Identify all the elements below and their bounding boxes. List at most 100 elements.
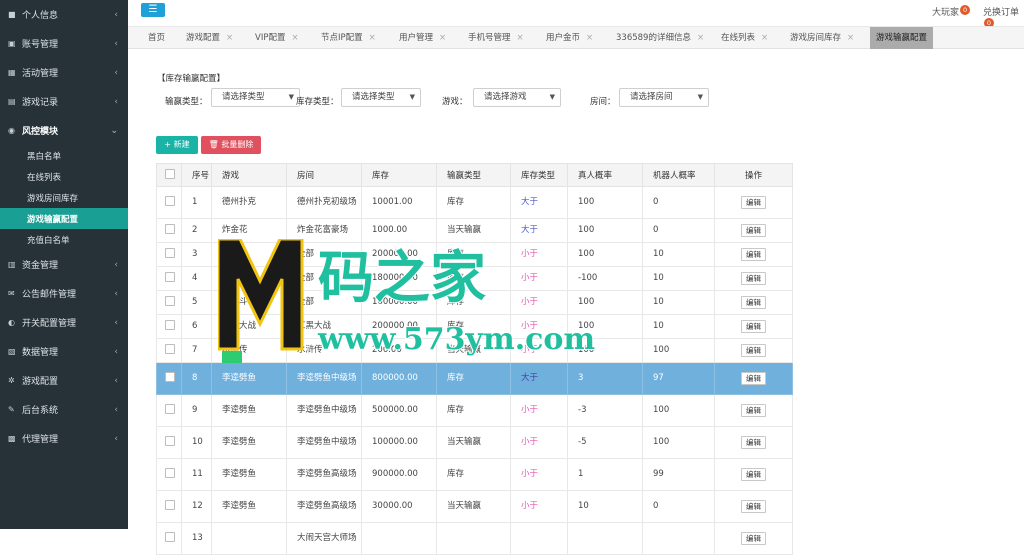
sidebar-subitem-0[interactable]: 黑白名单 xyxy=(0,145,128,166)
sidebar-subitem-3[interactable]: 游戏输赢配置 xyxy=(0,208,128,229)
edit-button[interactable]: 编辑 xyxy=(741,344,766,357)
table-row[interactable]: 13大闹天宫大师场编辑 xyxy=(157,523,793,555)
tab-4[interactable]: 用户管理× xyxy=(399,27,446,49)
edit-button[interactable]: 编辑 xyxy=(741,248,766,261)
table-row[interactable]: 5龙虎斗全部160000.00库存小于10010编辑 xyxy=(157,291,793,315)
exchange-orders-link[interactable]: 兑换订单0 xyxy=(983,5,1024,28)
tab-3[interactable]: 节点IP配置× xyxy=(321,27,376,49)
table-row[interactable]: 12李逵劈鱼李逵劈鱼高级场30000.00当天输赢小于100编辑 xyxy=(157,491,793,523)
edit-button[interactable]: 编辑 xyxy=(741,500,766,513)
row-checkbox[interactable] xyxy=(165,468,175,478)
edit-button[interactable]: 编辑 xyxy=(741,224,766,237)
sidebar-item-9[interactable]: ✲游戏配置‹ xyxy=(0,366,128,395)
sidebar-item-6[interactable]: ✉公告邮件管理‹ xyxy=(0,279,128,308)
table-row[interactable]: 3龙虎斗全部200000.00库存小于10010编辑 xyxy=(157,243,793,267)
row-checkbox[interactable] xyxy=(165,436,175,446)
new-button[interactable]: + 新建 xyxy=(156,136,198,154)
tab-8[interactable]: 在线列表× xyxy=(721,27,768,49)
row-checkbox[interactable] xyxy=(165,248,175,258)
game-select[interactable]: 请选择游戏▼ xyxy=(473,88,561,107)
sidebar-item-11[interactable]: ▩代理管理‹ xyxy=(0,424,128,453)
sidebar-item-3[interactable]: ▤游戏记录‹ xyxy=(0,87,128,116)
table-row[interactable]: 9李逵劈鱼李逵劈鱼中级场500000.00库存小于-3100编辑 xyxy=(157,395,793,427)
sidebar-item-8[interactable]: ▧数据管理‹ xyxy=(0,337,128,366)
sidebar-item-10[interactable]: ✎后台系统‹ xyxy=(0,395,128,424)
table-row[interactable]: 1德州扑克德州扑克初级场10001.00库存大于1000编辑 xyxy=(157,187,793,219)
cell-room: 炸金花富豪场 xyxy=(287,219,362,243)
row-checkbox[interactable] xyxy=(165,344,175,354)
stock-type-select[interactable]: 请选择类型▼ xyxy=(341,88,421,107)
sidebar-subitem-4[interactable]: 充值白名单 xyxy=(0,229,128,250)
cell-robot-text: 10 xyxy=(653,249,664,259)
row-checkbox[interactable] xyxy=(165,532,175,542)
sidebar-item-5[interactable]: ▥资金管理‹ xyxy=(0,250,128,279)
table-row[interactable]: 4龙虎斗全部180000.00库存小于-10010编辑 xyxy=(157,267,793,291)
cell-room: 德州扑克初级场 xyxy=(287,187,362,219)
row-checkbox[interactable] xyxy=(165,320,175,330)
close-icon[interactable]: × xyxy=(291,33,298,43)
column-header: 机器人概率 xyxy=(643,164,715,187)
close-icon[interactable]: × xyxy=(439,33,446,43)
select-all-checkbox[interactable] xyxy=(165,169,175,179)
sidebar-item-0[interactable]: ■个人信息‹ xyxy=(0,0,128,29)
close-icon[interactable]: × xyxy=(586,33,593,43)
batch-delete-button[interactable]: 🗑 批量删除 xyxy=(201,136,261,154)
tab-0[interactable]: 首页 xyxy=(148,27,165,49)
tab-7[interactable]: 336589的详细信息× xyxy=(616,27,704,49)
close-icon[interactable]: × xyxy=(761,33,768,43)
sidebar-item-7[interactable]: ◐开关配置管理‹ xyxy=(0,308,128,337)
tab-6[interactable]: 用户金币× xyxy=(546,27,593,49)
tab-9[interactable]: 游戏房间库存× xyxy=(790,27,854,49)
tab-10[interactable]: 游戏输赢配置 xyxy=(870,27,933,49)
sidebar-item-1[interactable]: ▣账号管理‹ xyxy=(0,29,128,58)
row-checkbox[interactable] xyxy=(165,196,175,206)
cell-room: 全部 xyxy=(287,267,362,291)
table-row[interactable]: 2炸金花炸金花富豪场1000.00当天输赢大于1000编辑 xyxy=(157,219,793,243)
tab-1[interactable]: 游戏配置× xyxy=(186,27,233,49)
close-icon[interactable]: × xyxy=(226,33,233,43)
column-header: 输赢类型 xyxy=(437,164,511,187)
menu-toggle-button[interactable]: ☰ xyxy=(141,3,165,17)
sidebar-item-2[interactable]: ▦活动管理‹ xyxy=(0,58,128,87)
tab-2[interactable]: VIP配置× xyxy=(255,27,299,49)
edit-button[interactable]: 编辑 xyxy=(741,296,766,309)
edit-button[interactable]: 编辑 xyxy=(741,468,766,481)
table-row[interactable]: 6红黑大战红黑大战200000.00库存小于10010编辑 xyxy=(157,315,793,339)
edit-button[interactable]: 编辑 xyxy=(741,320,766,333)
room-select[interactable]: 请选择房间▼ xyxy=(619,88,709,107)
row-checkbox[interactable] xyxy=(165,372,175,382)
cell-no-text: 8 xyxy=(192,373,197,383)
close-icon[interactable]: × xyxy=(517,33,524,43)
table-row[interactable]: 7水浒传水浒传200.00当天输赢小于100100编辑 xyxy=(157,339,793,363)
table-row[interactable]: 10李逵劈鱼李逵劈鱼中级场100000.00当天输赢小于-5100编辑 xyxy=(157,427,793,459)
cell-stock-text: 900000.00 xyxy=(372,469,418,479)
sidebar-item-label: 公告邮件管理 xyxy=(22,287,76,300)
row-checkbox[interactable] xyxy=(165,404,175,414)
table-row[interactable]: 11李逵劈鱼李逵劈鱼高级场900000.00库存小于199编辑 xyxy=(157,459,793,491)
sidebar-subitem-1[interactable]: 在线列表 xyxy=(0,166,128,187)
tab-5[interactable]: 手机号管理× xyxy=(468,27,524,49)
edit-button[interactable]: 编辑 xyxy=(741,532,766,545)
column-header: 库存 xyxy=(362,164,437,187)
close-icon[interactable]: × xyxy=(369,33,376,43)
row-checkbox[interactable] xyxy=(165,224,175,234)
edit-button[interactable]: 编辑 xyxy=(741,372,766,385)
row-checkbox[interactable] xyxy=(165,296,175,306)
sidebar-item-4[interactable]: ◉风控模块⌄ xyxy=(0,116,128,145)
close-icon[interactable]: × xyxy=(847,33,854,43)
close-icon[interactable]: × xyxy=(697,33,704,43)
edit-button[interactable]: 编辑 xyxy=(741,436,766,449)
row-select-cell xyxy=(157,523,182,555)
cell-robot-text: 99 xyxy=(653,469,664,479)
table-row[interactable]: 8李逵劈鱼李逵劈鱼中级场800000.00库存大于397编辑 xyxy=(157,363,793,395)
edit-button[interactable]: 编辑 xyxy=(741,404,766,417)
user-link[interactable]: 大玩家0 xyxy=(932,5,970,18)
row-checkbox[interactable] xyxy=(165,500,175,510)
sidebar-subitem-2[interactable]: 游戏房间库存 xyxy=(0,187,128,208)
edit-button[interactable]: 编辑 xyxy=(741,272,766,285)
edit-button[interactable]: 编辑 xyxy=(741,196,766,209)
row-checkbox[interactable] xyxy=(165,272,175,282)
row-select-cell xyxy=(157,395,182,427)
win-type-select[interactable]: 请选择类型▼ xyxy=(211,88,300,107)
cell-human: 100 xyxy=(568,339,643,363)
